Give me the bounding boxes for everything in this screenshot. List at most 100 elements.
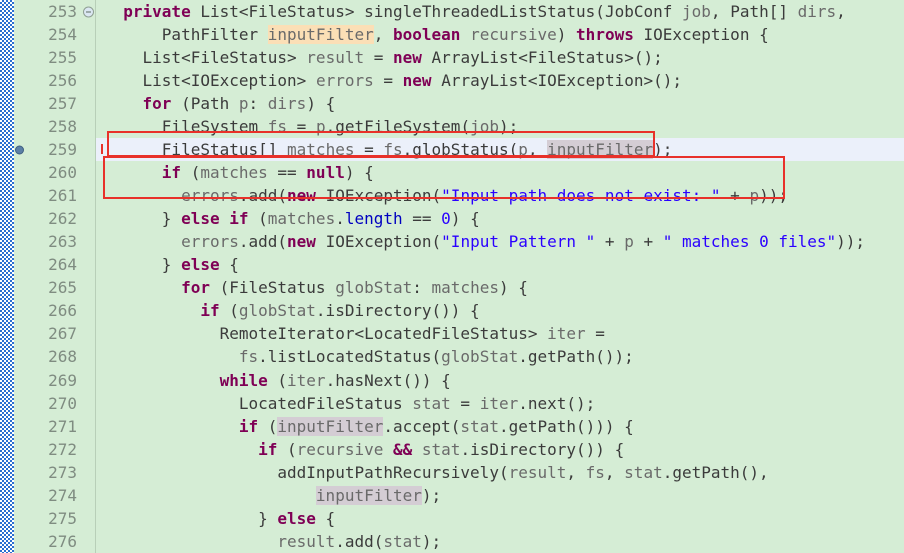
code-token: { [315, 508, 336, 528]
code-token: matches [200, 163, 268, 183]
code-line[interactable]: List<FileStatus> result = new ArrayList<… [96, 46, 904, 69]
fold-collapse-icon[interactable] [83, 6, 94, 18]
code-token: errors [181, 232, 239, 252]
code-token: inputFilter [277, 416, 384, 436]
code-line[interactable]: errors.add(new IOException("Input path d… [96, 184, 904, 207]
code-line[interactable]: FileSystem fs = p.getFileSystem(job); [96, 115, 904, 138]
code-line[interactable]: RemoteIterator<LocatedFileStatus> iter = [96, 322, 904, 345]
code-line[interactable]: fs.listLocatedStatus(globStat.getPath())… [96, 345, 904, 368]
code-line[interactable]: for (Path p: dirs) { [96, 92, 904, 115]
code-line[interactable]: errors.add(new IOException("Input Patter… [96, 230, 904, 253]
code-token: ); [421, 531, 442, 551]
code-line[interactable]: if (inputFilter.accept(stat.getPath())) … [96, 415, 904, 438]
code-line[interactable]: LocatedFileStatus stat = iter.next(); [96, 392, 904, 415]
code-token: result [277, 531, 336, 551]
code-line[interactable]: inputFilter); [96, 484, 904, 507]
annotation-overview-ruler[interactable] [0, 0, 14, 553]
code-line[interactable]: } else { [96, 253, 904, 276]
line-number-gutter[interactable]: 253 254 255 256 257 258 259 260 261 262 263 264 265 2… [14, 0, 96, 553]
code-text-area[interactable]: private List<FileStatus> singleThreadedL… [0, 0, 904, 553]
code-token: .add( [238, 186, 288, 206]
code-line[interactable]: } else { [96, 507, 904, 530]
gutter-line-260[interactable]: 260 [14, 161, 96, 184]
code-token: result [306, 48, 365, 68]
gutter-line-275[interactable]: 275 [14, 507, 96, 530]
gutter-line-256[interactable]: 256 [14, 69, 96, 92]
code-token: .next(); [518, 393, 596, 413]
code-token: errors [181, 186, 239, 206]
code-line[interactable]: addInputPathRecursively(result, fs, stat… [96, 461, 904, 484]
gutter-line-273[interactable]: 273 [14, 461, 96, 484]
gutter-line-255[interactable]: 255 [14, 46, 96, 69]
gutter-line-265[interactable]: 265 [14, 276, 96, 299]
gutter-line-272[interactable]: 272 [14, 438, 96, 461]
gutter-line-270[interactable]: 270 [14, 392, 96, 415]
code-token: matches [287, 140, 355, 160]
gutter-line-261[interactable]: 261 [14, 184, 96, 207]
code-token: ArrayList<FileStatus>(); [431, 48, 663, 68]
gutter-line-268[interactable]: 268 [14, 345, 96, 368]
gutter-line-266[interactable]: 266 [14, 299, 96, 322]
code-line[interactable]: result.add(stat); [96, 530, 904, 553]
gutter-line-257[interactable]: 257 [14, 92, 96, 115]
line-number: 264 [48, 255, 77, 275]
code-token: ArrayList<IOException>(); [441, 71, 683, 91]
code-token: private [123, 2, 191, 21]
code-token: && [393, 439, 413, 459]
line-number: 263 [48, 232, 77, 252]
code-token: .getPath()); [518, 347, 634, 367]
code-token: IOException( [325, 186, 442, 206]
line-number: 256 [48, 71, 77, 91]
code-token: dirs [267, 94, 307, 114]
code-token: stat [421, 439, 461, 459]
code-line[interactable]: if (recursive && stat.isDirectory()) { [96, 438, 904, 461]
gutter-line-262[interactable]: 262 [14, 207, 96, 230]
code-line[interactable]: private List<FileStatus> singleThreadedL… [96, 0, 904, 23]
gutter-line-274[interactable]: 274 [14, 484, 96, 507]
code-token: = [364, 48, 393, 68]
code-token: Path [190, 94, 230, 114]
code-token: inputFilter [315, 485, 422, 505]
breakpoint-dot-icon[interactable] [15, 145, 24, 155]
code-line[interactable]: if (globStat.isDirectory()) { [96, 299, 904, 322]
gutter-line-253[interactable]: 253 [14, 0, 96, 23]
code-token: new [393, 48, 422, 68]
code-token: + [633, 232, 663, 252]
gutter-line-264[interactable]: 264 [14, 253, 96, 276]
line-number: 274 [48, 485, 77, 505]
code-line[interactable]: if (matches == null) { [96, 161, 904, 184]
code-token: ) { [450, 209, 480, 229]
code-token: ( [258, 416, 278, 436]
gutter-line-259[interactable]: 259 [14, 138, 96, 161]
code-token: throws [576, 25, 634, 45]
code-token: .isDirectory()) { [315, 301, 480, 321]
code-line[interactable]: for (FileStatus globStat: matches) { [96, 276, 904, 299]
code-token: new [287, 232, 316, 252]
gutter-line-269[interactable]: 269 [14, 369, 96, 392]
code-token: List<IOException> [142, 71, 307, 91]
code-token: . [335, 209, 345, 229]
gutter-line-271[interactable]: 271 [14, 415, 96, 438]
gutter-line-258[interactable]: 258 [14, 115, 96, 138]
code-token: = [373, 71, 403, 91]
code-line-current[interactable]: FileStatus[] matches = fs.globStatus(p, … [0, 138, 904, 162]
code-token: ) { [498, 278, 528, 298]
gutter-line-276[interactable]: 276 [14, 530, 96, 553]
code-line[interactable]: PathFilter inputFilter, boolean recursiv… [96, 23, 904, 46]
gutter-line-263[interactable]: 263 [14, 230, 96, 253]
gutter-line-267[interactable]: 267 [14, 322, 96, 345]
code-line[interactable]: while (iter.hasNext()) { [96, 369, 904, 392]
gutter-line-254[interactable]: 254 [14, 23, 96, 46]
code-token: globStat [441, 347, 519, 367]
code-editor[interactable]: 253 254 255 256 257 258 259 260 261 262 263 264 265 2… [0, 0, 904, 553]
code-line[interactable]: List<IOException> errors = new ArrayList… [96, 69, 904, 92]
code-line[interactable]: } else if (matches.length == 0) { [96, 207, 904, 230]
